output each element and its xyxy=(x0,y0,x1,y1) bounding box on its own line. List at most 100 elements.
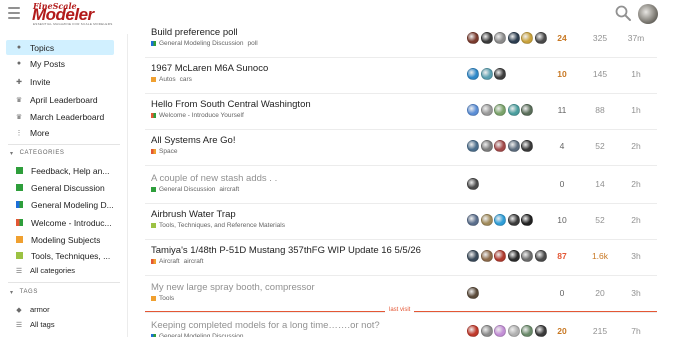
poster-avatar[interactable] xyxy=(467,325,479,337)
poster-avatar[interactable] xyxy=(507,32,520,44)
topic-category-link[interactable]: Space xyxy=(159,148,177,155)
sidebar-all-tags[interactable]: ☰ All tags xyxy=(6,317,114,332)
topic-row[interactable]: All Systems Are Go! Space 4 52 2h xyxy=(145,130,657,166)
sidebar-item-april-leaderboard[interactable]: ♛ April Leaderboard xyxy=(6,92,114,107)
topic-category-link[interactable]: General Modeling Discussion xyxy=(159,333,244,337)
topic-replies-count[interactable]: 10 xyxy=(545,215,579,225)
sidebar-item-more[interactable]: ⋮ More xyxy=(6,125,114,140)
topic-replies-count[interactable]: 20 xyxy=(545,326,579,336)
topic-title-link[interactable]: Tamiya's 1/48th P-51D Mustang 357thFG WI… xyxy=(151,245,421,256)
topic-last-activity[interactable]: 2h xyxy=(619,141,653,151)
topic-title-link[interactable]: My new large spray booth, compressor xyxy=(151,282,315,293)
poster-avatar[interactable] xyxy=(521,250,533,262)
poster-avatar[interactable] xyxy=(467,68,479,80)
sidebar-item-my-posts[interactable]: ● My Posts xyxy=(6,56,114,71)
poster-avatar[interactable] xyxy=(467,250,479,262)
topic-title-link[interactable]: 1967 McLaren M6A Sunoco xyxy=(151,63,268,74)
topic-replies-count[interactable]: 10 xyxy=(545,69,579,79)
topic-last-activity[interactable]: 2h xyxy=(619,179,653,189)
topic-row[interactable]: Tamiya's 1/48th P-51D Mustang 357thFG WI… xyxy=(145,240,657,276)
poster-avatar[interactable] xyxy=(494,68,506,80)
poster-avatar[interactable] xyxy=(494,104,506,116)
poster-avatar[interactable] xyxy=(494,32,506,44)
topic-title-link[interactable]: Hello From South Central Washington xyxy=(151,99,311,110)
poster-avatar[interactable] xyxy=(521,214,533,226)
sidebar-category-feedback[interactable]: Feedback, Help an... xyxy=(6,163,114,178)
poster-avatar[interactable] xyxy=(480,214,493,226)
topic-row[interactable]: Keeping completed models for a long time… xyxy=(145,315,657,337)
poster-avatar[interactable] xyxy=(480,325,493,337)
topic-replies-count[interactable]: 87 xyxy=(545,251,579,261)
sidebar-item-march-leaderboard[interactable]: ♛ March Leaderboard xyxy=(6,109,114,124)
sidebar-item-invite[interactable]: ✚ Invite xyxy=(6,74,114,89)
topic-row[interactable]: Hello From South Central Washington Welco… xyxy=(145,94,657,130)
poster-avatar[interactable] xyxy=(507,325,520,337)
poster-avatar[interactable] xyxy=(480,140,493,152)
poster-avatar[interactable] xyxy=(467,104,479,116)
sidebar-tag-armor[interactable]: ◆ armor xyxy=(6,302,114,317)
poster-avatar[interactable] xyxy=(521,104,533,116)
topic-category-link[interactable]: General Discussion xyxy=(159,186,215,193)
poster-avatar[interactable] xyxy=(467,287,479,299)
topic-title-link[interactable]: All Systems Are Go! xyxy=(151,135,235,146)
site-logo[interactable]: FineScale Modeler ESSENTIAL MAGAZINE FOR… xyxy=(32,1,124,26)
categories-section-toggle[interactable]: ▾ CATEGORIES xyxy=(8,147,120,159)
topic-title-link[interactable]: Keeping completed models for a long time… xyxy=(151,320,380,331)
topic-category-link[interactable]: General Modeling Discussion xyxy=(159,40,244,47)
current-user-avatar[interactable] xyxy=(638,4,658,24)
poster-avatar[interactable] xyxy=(480,250,493,262)
topic-last-activity[interactable]: 7h xyxy=(619,326,653,336)
topic-tag-link[interactable]: aircraft xyxy=(184,258,204,265)
poster-avatar[interactable] xyxy=(521,140,533,152)
topic-row[interactable]: A couple of new stash adds . . General Di… xyxy=(145,168,657,204)
topic-last-activity[interactable]: 1h xyxy=(619,69,653,79)
topic-category-link[interactable]: Tools xyxy=(159,295,174,302)
poster-avatar[interactable] xyxy=(507,104,520,116)
poster-avatar[interactable] xyxy=(507,250,520,262)
poster-avatar[interactable] xyxy=(467,178,479,190)
poster-avatar[interactable] xyxy=(507,214,520,226)
topic-row[interactable]: Build preference poll General Modeling Di… xyxy=(145,22,657,58)
topic-title-link[interactable]: A couple of new stash adds . . xyxy=(151,173,277,184)
poster-avatar[interactable] xyxy=(467,214,479,226)
poster-avatar[interactable] xyxy=(480,32,493,44)
topic-last-activity[interactable]: 2h xyxy=(619,215,653,225)
sidebar-category-general-modeling[interactable]: General Modeling D... xyxy=(6,197,114,212)
poster-avatar[interactable] xyxy=(467,140,479,152)
topic-replies-count[interactable]: 11 xyxy=(545,105,579,115)
topic-last-activity[interactable]: 3h xyxy=(619,251,653,261)
topic-category-link[interactable]: Tools, Techniques, and Reference Materia… xyxy=(159,222,285,229)
sidebar-category-general-discussion[interactable]: General Discussion xyxy=(6,180,114,195)
tags-section-toggle[interactable]: ▾ TAGS xyxy=(8,286,120,298)
poster-avatar[interactable] xyxy=(494,250,506,262)
poster-avatar[interactable] xyxy=(480,104,493,116)
topic-replies-count[interactable]: 0 xyxy=(545,288,579,298)
search-icon[interactable] xyxy=(614,4,632,22)
poster-avatar[interactable] xyxy=(494,140,506,152)
poster-avatar[interactable] xyxy=(467,32,479,44)
topic-replies-count[interactable]: 24 xyxy=(545,33,579,43)
sidebar-all-categories[interactable]: ☰ All categories xyxy=(6,263,114,278)
sidebar-category-modeling-subjects[interactable]: Modeling Subjects xyxy=(6,232,114,247)
topic-last-activity[interactable]: 1h xyxy=(619,105,653,115)
topic-title-link[interactable]: Build preference poll xyxy=(151,27,238,38)
poster-avatar[interactable] xyxy=(494,325,506,337)
topic-category-link[interactable]: Welcome - Introduce Yourself xyxy=(159,112,244,119)
topic-tag-link[interactable]: aircraft xyxy=(219,186,239,193)
topic-replies-count[interactable]: 4 xyxy=(545,141,579,151)
topic-title-link[interactable]: Airbrush Water Trap xyxy=(151,209,236,220)
poster-avatar[interactable] xyxy=(521,325,533,337)
hamburger-menu-icon[interactable] xyxy=(8,7,20,19)
sidebar-category-welcome[interactable]: Welcome - Introduc... xyxy=(6,215,114,230)
topic-row[interactable]: Airbrush Water Trap Tools, Techniques, an… xyxy=(145,204,657,240)
poster-avatar[interactable] xyxy=(494,214,506,226)
topic-last-activity[interactable]: 3h xyxy=(619,288,653,298)
topic-row[interactable]: 1967 McLaren M6A Sunoco Autos cars 10 145 1h xyxy=(145,58,657,94)
sidebar-item-topics[interactable]: ● Topics xyxy=(6,40,114,55)
topic-tag-link[interactable]: cars xyxy=(180,76,192,83)
topic-tag-link[interactable]: poll xyxy=(248,40,258,47)
topic-last-activity[interactable]: 37m xyxy=(619,33,653,43)
poster-avatar[interactable] xyxy=(507,140,520,152)
topic-category-link[interactable]: Aircraft xyxy=(159,258,180,265)
sidebar-category-tools[interactable]: Tools, Techniques, ... xyxy=(6,248,114,263)
